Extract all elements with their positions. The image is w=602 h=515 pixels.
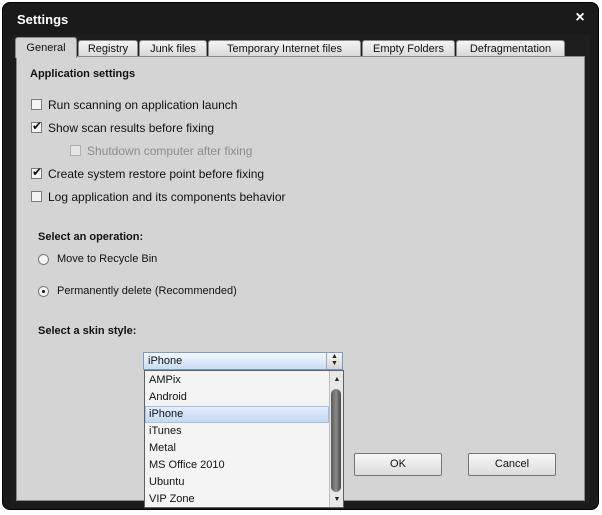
run-scanning-checkbox[interactable] — [31, 99, 42, 110]
permanently-delete-label: Permanently delete (Recommended) — [57, 285, 237, 297]
move-to-recycle-bin-radio[interactable] — [38, 254, 49, 265]
skin-style-select[interactable]: iPhone ▲ ▼ — [143, 352, 343, 370]
title-bar[interactable]: Settings × — [3, 3, 598, 35]
check-icon: ✔ — [32, 165, 43, 179]
move-to-recycle-bin-label: Move to Recycle Bin — [57, 253, 158, 265]
check-icon: ✔ — [32, 119, 43, 133]
shutdown-computer-checkbox — [70, 145, 81, 156]
radio-dot-icon — [42, 290, 45, 293]
tab-temporary-internet-files[interactable]: Temporary Internet files — [208, 40, 361, 57]
scroll-down-icon[interactable]: ▼ — [331, 494, 343, 505]
scroll-up-icon[interactable]: ▲ — [331, 374, 343, 385]
run-scanning-label: Run scanning on application launch — [48, 98, 238, 112]
skin-option-vip-zone[interactable]: VIP Zone — [145, 491, 329, 508]
create-restore-point-checkbox[interactable]: ✔ — [31, 165, 43, 179]
window-title: Settings — [17, 12, 69, 27]
dropdown-scrollbar[interactable]: ▲ ▼ — [329, 371, 343, 507]
close-icon[interactable]: × — [572, 10, 588, 26]
skin-style-value: iPhone — [148, 355, 183, 367]
shutdown-computer-label: Shutdown computer after fixing — [87, 144, 253, 158]
skin-option-ubuntu[interactable]: Ubuntu — [145, 474, 329, 491]
tab-registry[interactable]: Registry — [78, 40, 138, 57]
scrollbar-thumb[interactable] — [331, 389, 341, 492]
operation-heading: Select an operation: — [38, 231, 144, 243]
log-behavior-checkbox[interactable] — [31, 191, 42, 202]
ok-button[interactable]: OK — [354, 453, 442, 476]
select-spinner-icon[interactable]: ▲ ▼ — [326, 353, 342, 369]
log-behavior-label: Log application and its components behav… — [48, 190, 286, 204]
skin-style-heading: Select a skin style: — [38, 325, 137, 337]
skin-option-metal[interactable]: Metal — [145, 440, 329, 457]
tab-general[interactable]: General — [15, 37, 77, 58]
tab-junk-files[interactable]: Junk files — [139, 40, 207, 57]
application-settings-heading: Application settings — [30, 68, 136, 80]
skin-style-dropdown: AMPix Android iPhone iTunes Metal MS Off… — [144, 370, 344, 508]
permanently-delete-radio[interactable] — [38, 286, 49, 297]
create-restore-point-label: Create system restore point before fixin… — [48, 167, 265, 181]
show-scan-results-checkbox[interactable]: ✔ — [31, 119, 43, 133]
skin-option-itunes[interactable]: iTunes — [145, 423, 329, 440]
show-scan-results-label: Show scan results before fixing — [48, 121, 215, 135]
cancel-button[interactable]: Cancel — [468, 453, 556, 476]
skin-option-iphone[interactable]: iPhone — [145, 406, 329, 423]
skin-option-ampix[interactable]: AMPix — [145, 372, 329, 389]
skin-option-ms-office-2010[interactable]: MS Office 2010 — [145, 457, 329, 474]
skin-option-android[interactable]: Android — [145, 389, 329, 406]
tab-defragmentation[interactable]: Defragmentation — [456, 40, 565, 57]
tab-empty-folders[interactable]: Empty Folders — [362, 40, 455, 57]
